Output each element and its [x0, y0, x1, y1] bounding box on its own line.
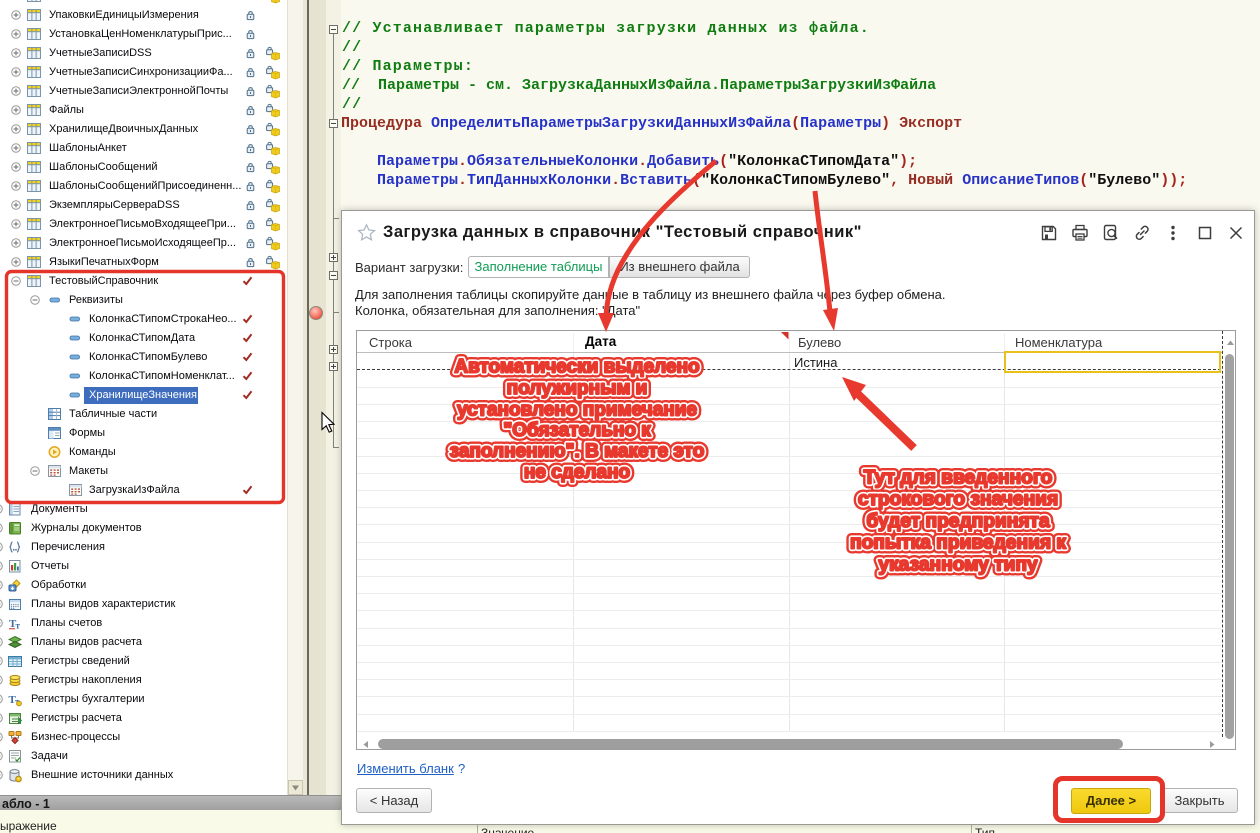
svg-text:т: т: [16, 621, 21, 631]
